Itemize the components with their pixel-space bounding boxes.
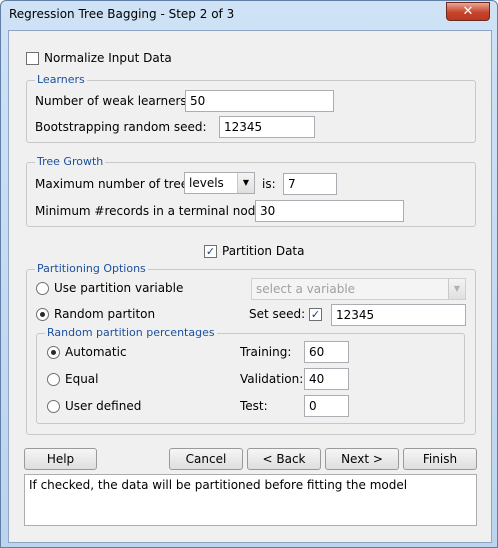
normalize-checkbox[interactable] bbox=[26, 52, 39, 65]
max-tree-select-value: levels bbox=[189, 176, 224, 190]
partition-seed-input[interactable]: 12345 bbox=[331, 304, 466, 326]
chevron-down-icon[interactable]: ▼ bbox=[448, 279, 465, 299]
help-button[interactable]: Help bbox=[24, 448, 97, 470]
close-button[interactable]: ✕ bbox=[446, 2, 490, 21]
partitioning-options-title: Partitioning Options bbox=[35, 262, 148, 276]
use-partition-variable-radio[interactable] bbox=[36, 282, 49, 295]
tree-growth-group: Tree Growth Maximum number of tree: leve… bbox=[26, 155, 476, 227]
partition-data-label[interactable]: Partition Data bbox=[222, 244, 304, 258]
partition-percentages-group: Random partition percentages Automatic E… bbox=[36, 326, 465, 424]
use-partition-variable-label[interactable]: Use partition variable bbox=[54, 281, 183, 295]
partition-data-checkbox[interactable]: ✓ bbox=[204, 245, 217, 258]
bootstrap-seed-label: Bootstrapping random seed: bbox=[35, 120, 207, 134]
min-records-input[interactable]: 30 bbox=[255, 200, 404, 222]
is-label: is: bbox=[262, 177, 276, 191]
validation-label: Validation: bbox=[240, 372, 304, 386]
bootstrap-seed-input[interactable]: 12345 bbox=[219, 116, 315, 138]
validation-input[interactable]: 40 bbox=[304, 368, 349, 390]
max-tree-label: Maximum number of tree: bbox=[35, 177, 193, 191]
partition-percentages-title: Random partition percentages bbox=[45, 326, 217, 340]
learners-group-title: Learners bbox=[35, 73, 87, 87]
equal-radio[interactable] bbox=[47, 373, 60, 386]
next-button[interactable]: Next > bbox=[325, 448, 399, 470]
training-label: Training: bbox=[240, 345, 292, 359]
window-title: Regression Tree Bagging - Step 2 of 3 bbox=[9, 7, 235, 21]
max-tree-value-input[interactable]: 7 bbox=[283, 173, 337, 195]
cancel-button[interactable]: Cancel bbox=[169, 448, 243, 470]
tree-growth-group-title: Tree Growth bbox=[35, 155, 106, 169]
weak-learners-input[interactable]: 50 bbox=[185, 90, 334, 112]
partition-variable-select[interactable]: select a variable ▼ bbox=[251, 278, 466, 300]
partitioning-options-group: Partitioning Options Use partition varia… bbox=[26, 262, 476, 435]
learners-group: Learners Number of weak learners: 50 Boo… bbox=[26, 73, 476, 143]
back-button[interactable]: < Back bbox=[247, 448, 321, 470]
training-input[interactable]: 60 bbox=[304, 341, 349, 363]
weak-learners-label: Number of weak learners: bbox=[35, 94, 191, 108]
help-text-area: If checked, the data will be partitioned… bbox=[24, 474, 477, 526]
automatic-radio[interactable] bbox=[47, 346, 60, 359]
dialog-body: Normalize Input Data Learners Number of … bbox=[8, 30, 492, 543]
equal-label[interactable]: Equal bbox=[65, 372, 99, 386]
automatic-label[interactable]: Automatic bbox=[65, 345, 127, 359]
finish-button[interactable]: Finish bbox=[403, 448, 477, 470]
test-label: Test: bbox=[240, 399, 268, 413]
partition-variable-placeholder: select a variable bbox=[256, 282, 356, 296]
normalize-label[interactable]: Normalize Input Data bbox=[44, 51, 172, 65]
random-partition-label[interactable]: Random partiton bbox=[54, 307, 155, 321]
test-input[interactable]: 0 bbox=[304, 395, 349, 417]
dialog-window: Regression Tree Bagging - Step 2 of 3 ✕ … bbox=[0, 0, 498, 548]
chevron-down-icon[interactable]: ▼ bbox=[237, 173, 254, 193]
close-icon: ✕ bbox=[462, 4, 474, 19]
random-partition-radio[interactable] bbox=[36, 308, 49, 321]
set-seed-checkbox[interactable]: ✓ bbox=[309, 308, 322, 321]
min-records-label: Minimum #records in a terminal node: bbox=[35, 204, 267, 218]
title-bar[interactable]: Regression Tree Bagging - Step 2 of 3 ✕ bbox=[1, 1, 497, 29]
max-tree-select[interactable]: levels ▼ bbox=[184, 172, 255, 194]
user-defined-label[interactable]: User defined bbox=[65, 399, 141, 413]
set-seed-label: Set seed: bbox=[249, 307, 306, 321]
user-defined-radio[interactable] bbox=[47, 400, 60, 413]
